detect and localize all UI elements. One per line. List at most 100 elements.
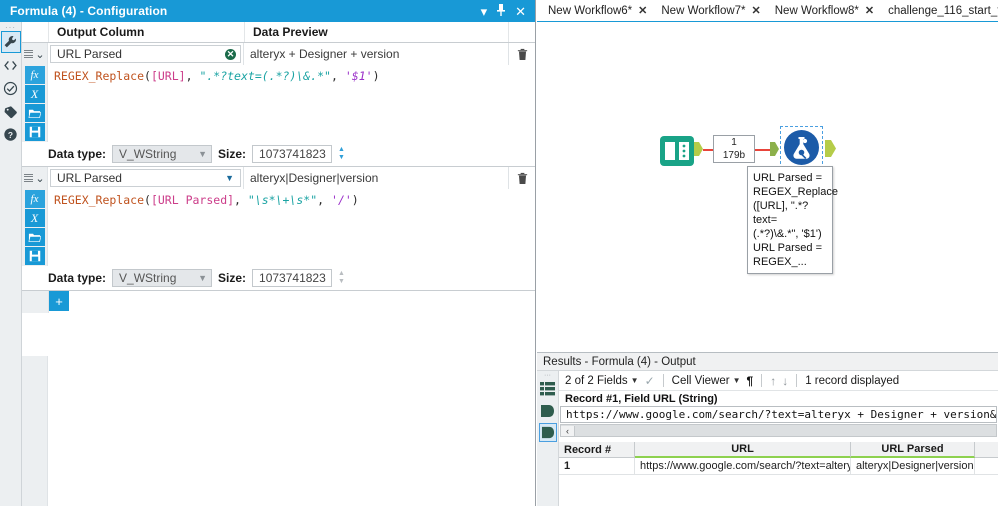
column-header-record[interactable]: Record # [559,442,635,458]
expression-token: [URL] [150,69,186,83]
expression-toolbar: fx X [22,189,48,266]
results-toolbar: 2 of 2 Fields ▼ ✓ Cell Viewer ▼ ¶ ↑ ↓ 1 … [559,371,998,391]
cell-viewer-scrollbar[interactable]: ‹ [560,424,997,437]
dropdown-caret-icon[interactable]: ▾ [481,5,488,18]
drag-grip-icon [24,49,34,59]
toolbar-separator [796,374,798,387]
workflow-tab-active[interactable]: challenge_116_start_file.yxmd* ✕ [881,0,998,21]
add-formula-button[interactable]: + [49,291,69,311]
rail-grip-dots: ··· [5,23,16,32]
expression-token: '$1' [344,69,373,83]
fx-icon[interactable]: fx [24,190,45,208]
expression-token: , [185,69,200,83]
grid-header-handle [22,22,49,42]
clear-icon[interactable]: ✕ [225,48,236,60]
pin-icon[interactable] [496,4,506,18]
grid-icon[interactable] [539,379,557,398]
tooltip-line: URL Parsed = [753,242,822,254]
workflow-tab[interactable]: New Workflow6* ✕ [541,0,654,21]
output-anchor-icon[interactable] [694,142,703,159]
open-folder-icon[interactable] [24,104,45,122]
expression-text[interactable]: REGEX_Replace([URL Parsed], "\s*\+\s*", … [48,189,535,266]
close-icon[interactable]: ✕ [638,4,647,17]
formula-drag-handle[interactable]: ⌄ [22,167,48,189]
cell-url: https://www.google.com/search/?text=alte… [635,458,851,475]
output-anchor-icon[interactable] [538,423,557,442]
cell-viewer-value[interactable]: https://www.google.com/search/?text=alte… [560,406,997,423]
scroll-left-icon[interactable]: ‹ [561,425,575,436]
trash-icon[interactable] [509,171,535,185]
data-type-select[interactable]: V_WString ▼ [112,269,213,287]
expression-area: fx X REGEX_Replace([URL], ".*?text=(.*?)… [22,65,535,142]
chevron-down-icon[interactable]: ⌄ [35,48,44,61]
expression-token: REGEX_Replace [54,193,145,207]
close-icon[interactable]: ✕ [515,5,526,18]
wrench-icon[interactable] [0,31,21,53]
output-anchor-icon[interactable] [825,140,836,160]
variable-icon[interactable]: X [24,209,45,227]
help-icon[interactable]: ? [1,123,21,145]
formula-configuration-panel: Formula (4) - Configuration ▾ ✕ ··· ? Ou… [0,0,536,506]
expression-text[interactable]: REGEX_Replace([URL], ".*?text=(.*?)\&.*"… [48,65,535,142]
expression-token: ) [351,193,359,207]
size-stepper[interactable]: ▲ ▼ [338,146,345,162]
expression-token: ( [144,69,151,83]
cell-viewer-selector[interactable]: Cell Viewer ▼ [672,375,741,387]
data-type-select[interactable]: V_WString ▼ [112,145,213,163]
workflow-canvas[interactable]: 1 179b URL Parsed = REGEX_Replace ([URL]… [537,22,998,353]
save-icon[interactable] [24,247,45,265]
check-icon[interactable]: ✓ [645,374,655,388]
input-anchor-icon[interactable] [770,142,779,159]
arrow-up-icon[interactable]: ↑ [770,374,776,388]
save-icon[interactable] [24,123,45,141]
tooltip-line: URL Parsed = [753,172,822,184]
output-column-input[interactable]: URL Parsed ✕ [50,45,241,63]
column-header-url[interactable]: URL [635,442,851,458]
size-value: 1073741823 [259,271,326,285]
target-icon[interactable] [1,77,21,99]
trash-icon[interactable] [509,47,535,61]
data-preview-value: alteryx + Designer + version [244,43,509,65]
output-column-value: URL Parsed [57,47,122,61]
fx-icon[interactable]: fx [24,66,45,84]
close-icon[interactable]: ✕ [865,4,874,17]
size-input[interactable]: 1073741823 [252,145,333,163]
workflow-tab[interactable]: New Workflow8* ✕ [768,0,881,21]
size-stepper[interactable]: ▲ ▼ [338,270,345,286]
formula-drag-handle[interactable]: ⌄ [22,43,48,65]
data-type-value: V_WString [119,147,177,161]
column-header-url-parsed[interactable]: URL Parsed [851,442,975,458]
size-input[interactable]: 1073741823 [252,269,333,287]
workflow-tab-label: New Workflow8* [774,4,859,17]
results-panel: Results - Formula (4) - Output ··· 2 of … [537,353,998,506]
output-column-select[interactable]: URL Parsed ▼ [50,169,241,187]
add-formula-row: + [22,291,535,313]
tooltip-line: ([URL], ".*?text= [753,200,809,226]
results-table: Record # URL URL Parsed 1 https://www.go… [559,442,998,475]
table-row[interactable]: 1 https://www.google.com/search/?text=al… [559,458,998,475]
output-column-cell: URL Parsed ▼ [48,167,244,189]
toolbar-separator [761,374,763,387]
input-anchor-icon[interactable] [539,401,557,420]
input-data-tool[interactable] [659,133,695,169]
arrow-down-icon[interactable]: ↓ [782,374,788,388]
expression-token: '/' [331,193,352,207]
pilcrow-icon[interactable]: ¶ [747,374,754,388]
data-type-row: Data type: V_WString ▼ Size: 1073741823 … [22,142,535,166]
open-folder-icon[interactable] [24,228,45,246]
add-row-spacer [22,291,49,313]
record-status-label: 1 record displayed [805,374,900,387]
chevron-down-icon[interactable]: ⌄ [35,172,44,185]
formula-tool[interactable] [783,129,820,166]
variable-icon[interactable]: X [24,85,45,103]
tag-icon[interactable] [1,100,21,122]
expression-toolbar: fx X [22,65,48,142]
code-brackets-icon[interactable] [1,54,21,76]
chevron-down-icon: ▼ [630,376,639,385]
chevron-down-icon[interactable]: ▼ [225,173,234,183]
data-type-value: V_WString [119,271,177,285]
close-icon[interactable]: ✕ [752,4,761,17]
workflow-tab[interactable]: New Workflow7* ✕ [654,0,767,21]
data-type-label: Data type: [48,147,107,161]
fields-selector[interactable]: 2 of 2 Fields ▼ [565,375,639,387]
